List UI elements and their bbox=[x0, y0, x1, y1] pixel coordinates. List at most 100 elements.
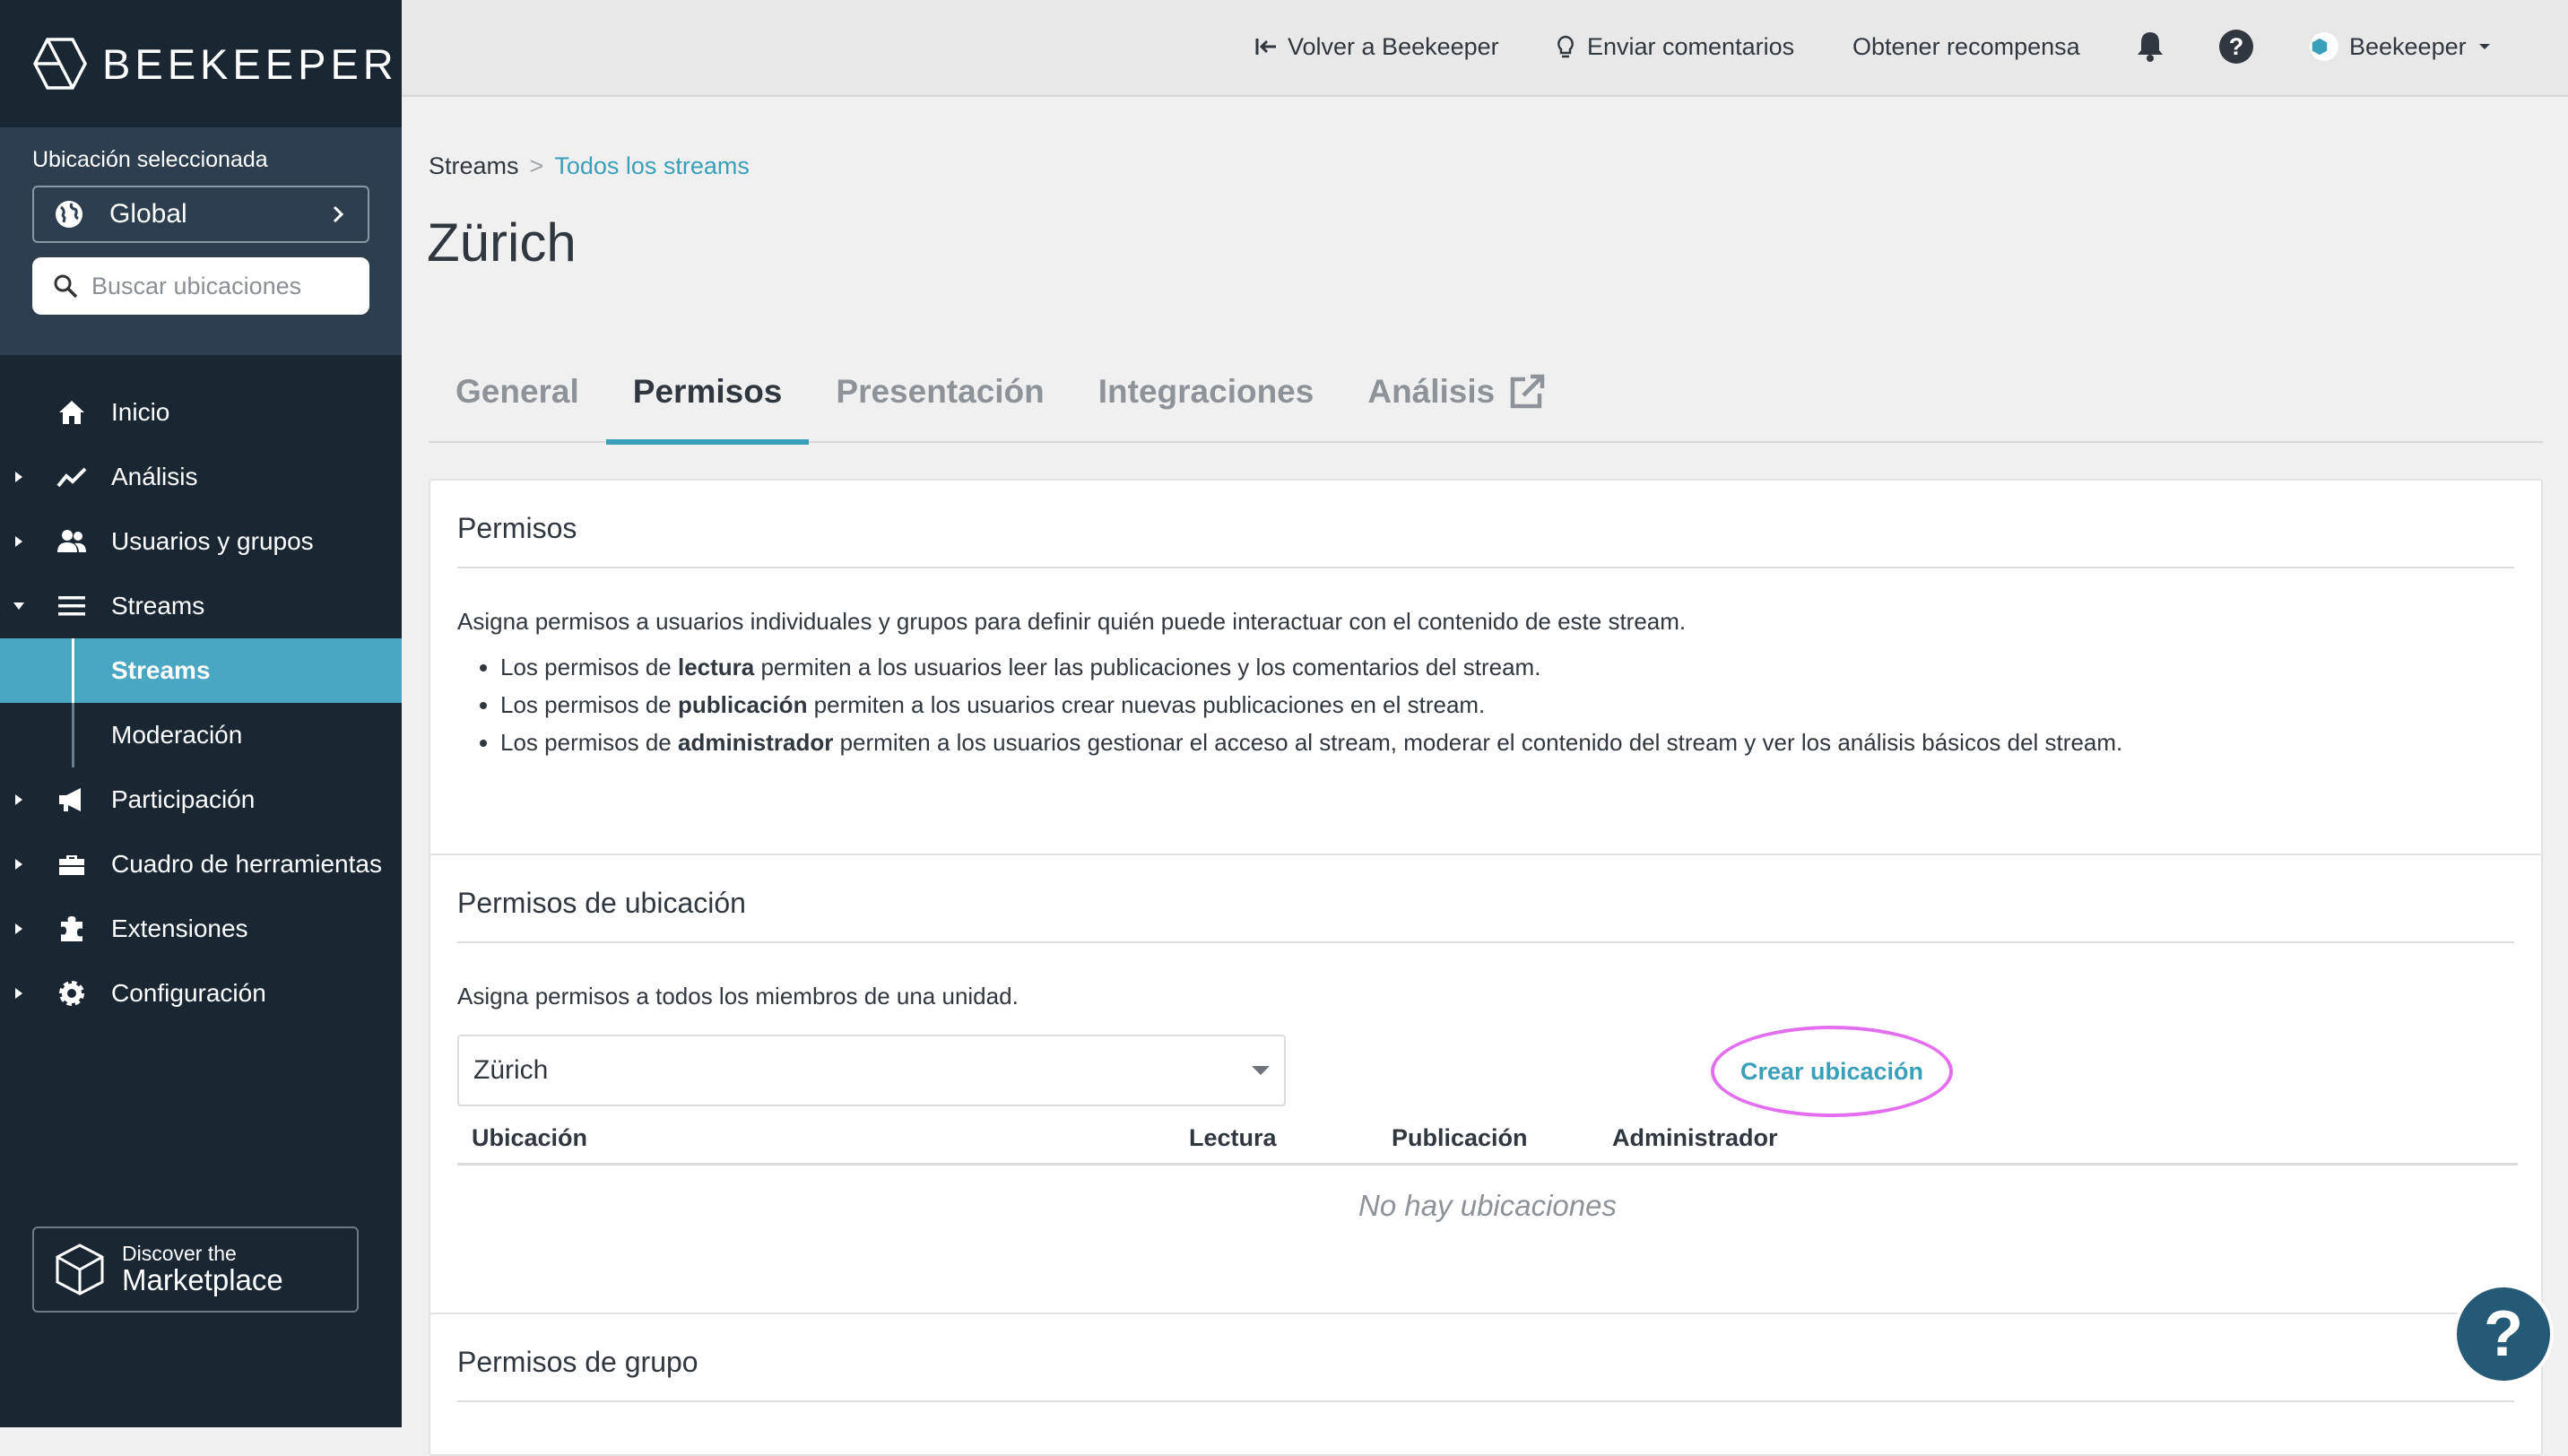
create-location-button[interactable]: Crear ubicación bbox=[1711, 1026, 1953, 1117]
location-permissions-card: Permisos de ubicación Asigna permisos a … bbox=[429, 854, 2543, 1375]
avatar bbox=[2310, 32, 2338, 61]
home-icon bbox=[59, 401, 84, 424]
tab-bar: General Permisos Presentación Integracio… bbox=[429, 368, 2543, 445]
marketplace-small-text: Discover the bbox=[122, 1242, 237, 1265]
sidebar-item-label: Usuarios y grupos bbox=[111, 527, 314, 555]
tab-label: General bbox=[455, 373, 579, 410]
caret-down-icon bbox=[2478, 44, 2490, 49]
location-search-input[interactable] bbox=[91, 272, 343, 300]
user-menu[interactable]: Beekeeper bbox=[2310, 27, 2501, 66]
sidebar-subitem-label: Moderación bbox=[111, 721, 243, 749]
caret-down-icon bbox=[13, 602, 24, 610]
breadcrumb-link[interactable]: Todos los streams bbox=[554, 152, 750, 179]
caret-right-icon bbox=[15, 536, 22, 547]
sidebar-item-label: Participación bbox=[111, 785, 256, 813]
svg-text:?: ? bbox=[2229, 33, 2244, 60]
main-content: Streams > Todos los streams Zürich General… bbox=[402, 99, 2568, 1456]
brand-logo[interactable]: BEEKEEPER bbox=[0, 0, 402, 127]
help-floating-button[interactable]: ? bbox=[2453, 1284, 2554, 1384]
dropdown-arrow-icon bbox=[1252, 1066, 1270, 1075]
location-permissions-title: Permisos de ubicación bbox=[457, 855, 2514, 943]
sidebar-item-participacion[interactable]: Participación bbox=[0, 767, 402, 832]
hexagon-logo-icon bbox=[2312, 38, 2328, 56]
page-title: Zürich bbox=[427, 212, 577, 273]
reward-link-label: Obtener recompensa bbox=[1852, 32, 2080, 60]
feedback-link-label: Enviar comentarios bbox=[1587, 32, 1795, 60]
puzzle-icon bbox=[61, 916, 82, 941]
tab-label: Permisos bbox=[632, 373, 783, 410]
chart-line-icon bbox=[56, 467, 87, 488]
sidebar-item-label: Cuadro de herramientas bbox=[111, 850, 382, 878]
megaphone-icon bbox=[59, 788, 81, 811]
sidebar-subitem-moderacion[interactable]: Moderación bbox=[0, 703, 402, 767]
permissions-title: Permisos bbox=[457, 481, 2514, 568]
sidebar-item-label: Inicio bbox=[111, 398, 170, 426]
bell-icon[interactable] bbox=[2130, 27, 2170, 66]
top-bar: Volver a Beekeeper Enviar comentarios Ob… bbox=[402, 0, 2568, 97]
list-item: Los permisos de administrador permiten a… bbox=[500, 724, 2514, 761]
caret-right-icon bbox=[15, 794, 22, 805]
back-to-beekeeper-link[interactable]: Volver a Beekeeper bbox=[1254, 27, 1499, 66]
toolbox-icon bbox=[59, 855, 84, 875]
breadcrumb-separator: > bbox=[529, 152, 544, 179]
column-header: Lectura bbox=[1189, 1124, 1277, 1151]
sidebar-item-label: Análisis bbox=[111, 463, 198, 490]
get-reward-link[interactable]: Obtener recompensa bbox=[1852, 27, 2080, 66]
breadcrumb-root[interactable]: Streams bbox=[429, 152, 519, 179]
sidebar-item-extensiones[interactable]: Extensiones bbox=[0, 897, 402, 961]
permissions-list: Los permisos de lectura permiten a los u… bbox=[500, 648, 2514, 761]
marketplace-button[interactable]: Discover the Marketplace bbox=[32, 1226, 359, 1313]
list-icon bbox=[58, 596, 85, 616]
globe-icon bbox=[56, 201, 82, 228]
tab-presentacion[interactable]: Presentación bbox=[809, 368, 1071, 443]
sidebar-item-inicio[interactable]: Inicio bbox=[0, 380, 402, 445]
empty-state: No hay ubicaciones bbox=[1358, 1189, 1617, 1222]
sidebar-item-analisis[interactable]: Análisis bbox=[0, 445, 402, 509]
tab-label: Integraciones bbox=[1097, 373, 1314, 410]
cube-icon bbox=[56, 1244, 104, 1296]
help-icon[interactable]: ? bbox=[2217, 27, 2256, 66]
permissions-intro: Asigna permisos a usuarios individuales … bbox=[457, 608, 1687, 635]
group-permissions-title: Permisos de grupo bbox=[457, 1314, 2514, 1402]
column-header: Ubicación bbox=[472, 1124, 588, 1151]
tab-integraciones[interactable]: Integraciones bbox=[1071, 368, 1341, 443]
user-name: Beekeeper bbox=[2349, 32, 2467, 60]
gear-icon bbox=[59, 981, 84, 1006]
dropdown-value: Zürich bbox=[473, 1055, 549, 1085]
brand-name: BEEKEEPER bbox=[102, 39, 398, 88]
sidebar-subitem-streams[interactable]: Streams bbox=[0, 638, 402, 703]
tab-permisos[interactable]: Permisos bbox=[605, 368, 810, 445]
location-label: Ubicación seleccionada bbox=[32, 147, 268, 172]
external-link-icon bbox=[1511, 374, 1545, 409]
caret-right-icon bbox=[15, 988, 22, 999]
location-selector[interactable]: Global bbox=[32, 186, 369, 243]
sidebar: BEEKEEPER Ubicación seleccionada Global bbox=[0, 0, 402, 1427]
tab-general[interactable]: General bbox=[429, 368, 606, 443]
sidebar-item-herramientas[interactable]: Cuadro de herramientas bbox=[0, 832, 402, 897]
beekeeper-logo-icon bbox=[33, 38, 87, 90]
table-header: Ubicación Lectura Publicación Administra… bbox=[457, 1121, 2518, 1166]
caret-right-icon bbox=[15, 923, 22, 934]
arrow-left-bar-icon bbox=[1255, 39, 1276, 55]
sidebar-item-configuracion[interactable]: Configuración bbox=[0, 961, 402, 1026]
back-link-label: Volver a Beekeeper bbox=[1288, 32, 1499, 60]
marketplace-big-text: Marketplace bbox=[122, 1263, 283, 1296]
permissions-card: Permisos Asigna permisos a usuarios indi… bbox=[429, 479, 2543, 916]
location-permissions-desc: Asigna permisos a todos los miembros de … bbox=[457, 983, 1019, 1010]
column-header: Publicación bbox=[1392, 1124, 1528, 1151]
caret-right-icon bbox=[15, 472, 22, 482]
sidebar-item-label: Extensiones bbox=[111, 914, 248, 942]
tab-analisis[interactable]: Análisis bbox=[1340, 368, 1574, 443]
send-feedback-link[interactable]: Enviar comentarios bbox=[1553, 27, 1794, 66]
location-dropdown[interactable]: Zürich bbox=[457, 1035, 1286, 1106]
sidebar-item-streams[interactable]: Streams bbox=[0, 574, 402, 638]
location-search bbox=[32, 257, 369, 315]
sidebar-subitem-label: Streams bbox=[111, 656, 211, 684]
search-icon bbox=[54, 274, 78, 299]
sidebar-nav: Inicio Análisis Usuarios y grupos Stream… bbox=[0, 380, 402, 1026]
caret-right-icon bbox=[15, 859, 22, 870]
tab-label: Análisis bbox=[1367, 373, 1496, 410]
sidebar-item-usuarios[interactable]: Usuarios y grupos bbox=[0, 509, 402, 574]
location-panel: Ubicación seleccionada Global bbox=[0, 127, 402, 355]
location-value: Global bbox=[109, 199, 187, 229]
